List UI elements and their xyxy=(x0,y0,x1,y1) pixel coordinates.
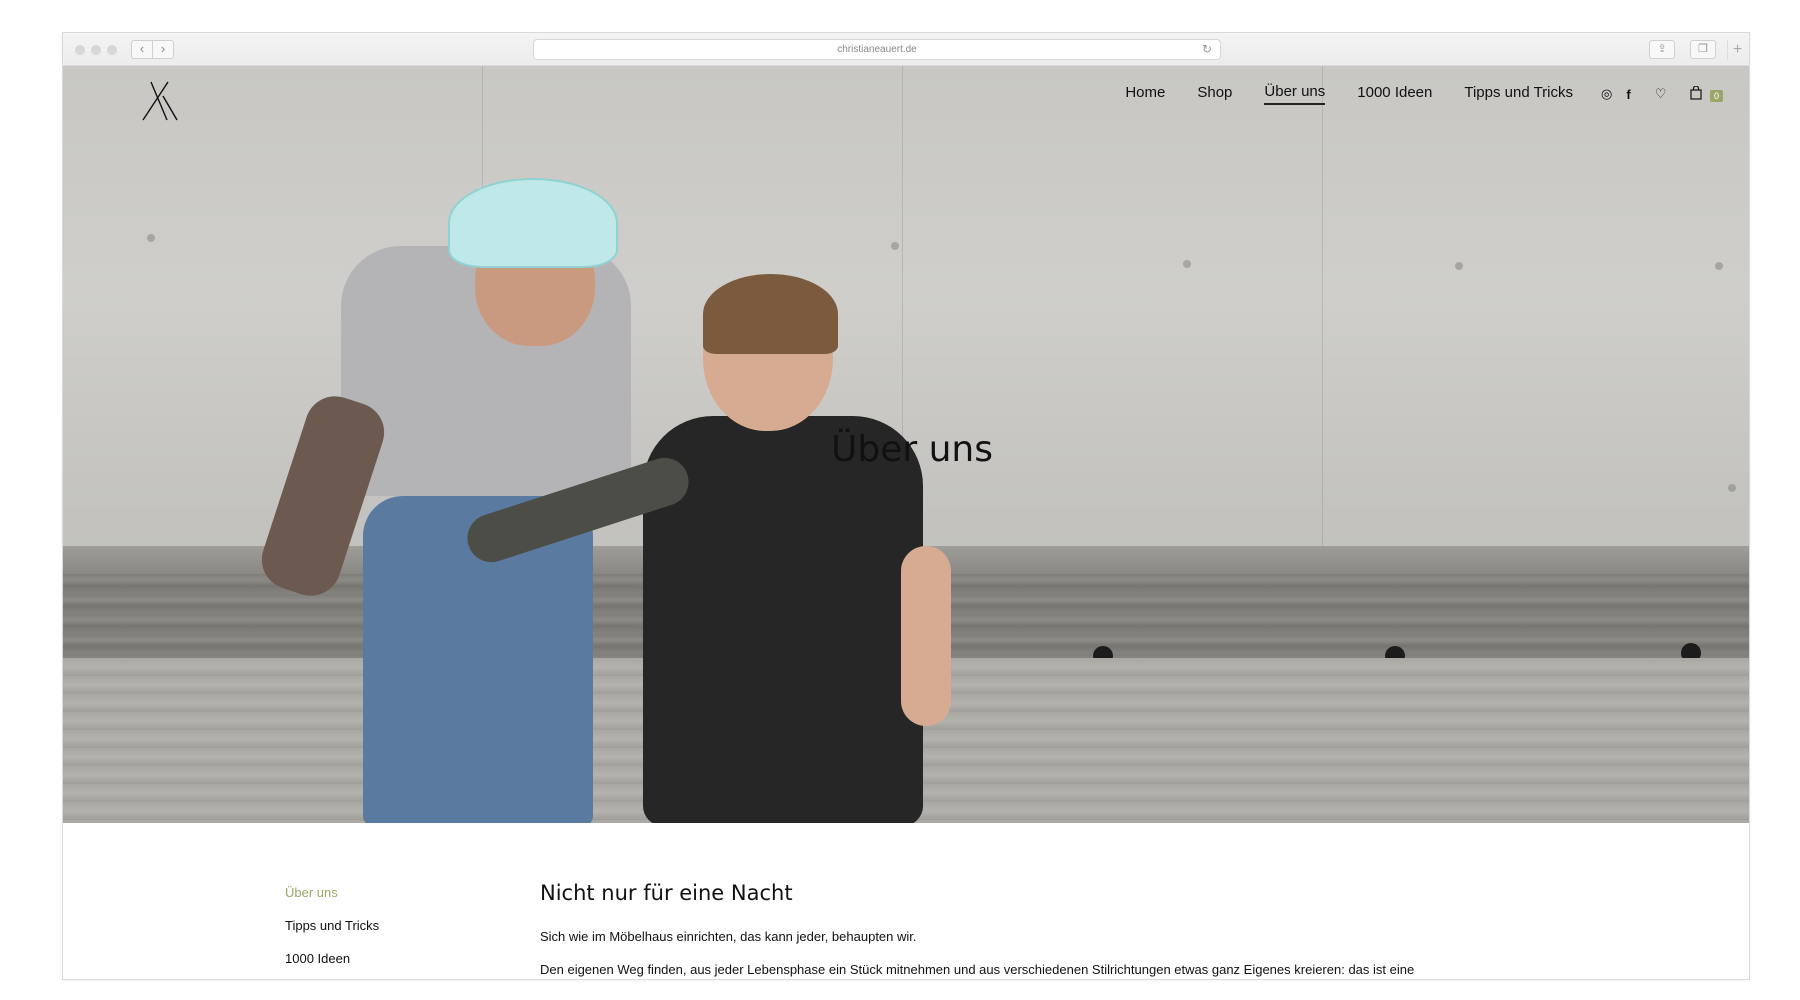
subnav-ueber-uns[interactable]: Über uns xyxy=(285,885,379,900)
hero-section: Home Shop Über uns 1000 Ideen Tipps und … xyxy=(63,66,1749,823)
nav-ueber-uns[interactable]: Über uns xyxy=(1264,83,1326,105)
wall-hole xyxy=(147,234,155,242)
nav-shop[interactable]: Shop xyxy=(1197,84,1232,104)
tabs-overview-button[interactable]: ❐ xyxy=(1690,40,1716,59)
facebook-icon[interactable]: f xyxy=(1626,87,1630,102)
forward-button[interactable]: › xyxy=(152,40,174,59)
nav-home[interactable]: Home xyxy=(1125,84,1165,104)
nav-tipps-und-tricks[interactable]: Tipps und Tricks xyxy=(1464,84,1573,104)
woman-arm-right xyxy=(901,546,951,726)
subnav-1000-ideen[interactable]: 1000 Ideen xyxy=(285,951,379,966)
article-heading: Nicht nur für eine Nacht xyxy=(540,881,793,905)
wall-hole xyxy=(1183,260,1191,268)
minimize-window-button[interactable] xyxy=(91,45,101,55)
content-section: Über uns Tipps und Tricks 1000 Ideen Nic… xyxy=(63,823,1749,979)
address-bar[interactable]: christianeauert.de ↻ xyxy=(533,39,1221,60)
wall-hole xyxy=(891,242,899,250)
sub-navigation: Über uns Tipps und Tricks 1000 Ideen xyxy=(285,885,379,979)
browser-toolbar: ‹ › christianeauert.de ↻ ⇪ ❐ + xyxy=(63,33,1749,66)
article-paragraph: Den eigenen Weg finden, aus jeder Lebens… xyxy=(540,962,1415,977)
wishlist-heart-icon[interactable]: ♡ xyxy=(1655,86,1667,102)
nav-1000-ideen[interactable]: 1000 Ideen xyxy=(1357,84,1432,104)
maximize-window-button[interactable] xyxy=(107,45,117,55)
woman-hair xyxy=(703,274,838,354)
url-text: christianeauert.de xyxy=(837,44,917,55)
man-cap xyxy=(448,178,618,268)
wall-panel xyxy=(1323,66,1749,546)
reload-icon[interactable]: ↻ xyxy=(1202,40,1212,59)
share-button[interactable]: ⇪ xyxy=(1649,40,1675,59)
cart-count-badge: 0 xyxy=(1709,90,1723,103)
article: Nicht nur für eine Nacht Sich wie im Möb… xyxy=(540,881,1540,979)
wall-hole xyxy=(1715,262,1723,270)
browser-window: ‹ › christianeauert.de ↻ ⇪ ❐ + Home Shop… xyxy=(62,32,1750,980)
article-paragraph: Sich wie im Möbelhaus einrichten, das ka… xyxy=(540,929,917,944)
site-logo[interactable] xyxy=(141,80,179,122)
bag-icon xyxy=(1690,84,1702,100)
close-window-button[interactable] xyxy=(75,45,85,55)
hero-title: Über uns xyxy=(831,429,993,470)
back-button[interactable]: ‹ xyxy=(131,40,153,59)
main-nav: Home Shop Über uns 1000 Ideen Tipps und … xyxy=(1093,81,1723,107)
new-tab-button[interactable]: + xyxy=(1727,40,1747,60)
wall-panel xyxy=(903,66,1323,546)
cart-bag-icon[interactable]: 0 xyxy=(1690,84,1723,103)
instagram-icon[interactable]: ◎ xyxy=(1601,86,1612,102)
wall-hole xyxy=(1455,262,1463,270)
wall-hole xyxy=(1728,484,1736,492)
subnav-tipps-und-tricks[interactable]: Tipps und Tricks xyxy=(285,918,379,933)
